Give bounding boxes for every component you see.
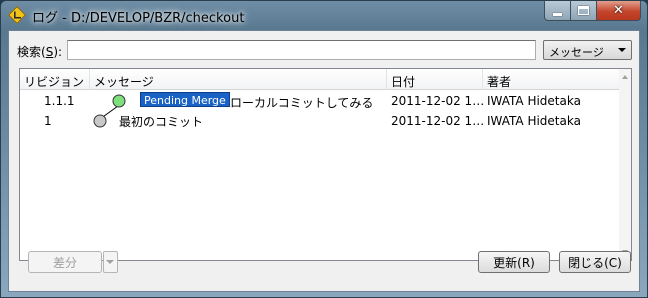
column-header-revision[interactable]: リビジョン bbox=[20, 69, 90, 90]
minimize-button[interactable] bbox=[544, 1, 571, 21]
search-input[interactable] bbox=[67, 40, 536, 60]
column-header-date[interactable]: 日付 bbox=[387, 69, 483, 90]
window-controls: ✕ bbox=[544, 1, 641, 21]
revision-number: 1.1.1 bbox=[44, 94, 75, 108]
window-title: ログ - D:/DEVELOP/BZR/checkout bbox=[32, 11, 245, 26]
commit-author: IWATA Hidetaka bbox=[487, 94, 581, 108]
maximize-button[interactable] bbox=[571, 1, 597, 21]
close-window-button[interactable]: ✕ bbox=[597, 1, 641, 21]
log-window: ログ - D:/DEVELOP/BZR/checkout ✕ 検索(S): メッ… bbox=[0, 0, 648, 298]
scroll-up-icon[interactable] bbox=[622, 75, 628, 79]
table-row[interactable]: 1 最初のコミット 2011-12-02 1… IWATA Hidetaka bbox=[20, 111, 620, 130]
diff-options-button[interactable] bbox=[103, 251, 118, 273]
table-row[interactable]: 1.1.1 Pending Merge ローカルコミットしてみる 2011-12… bbox=[20, 91, 620, 110]
chevron-down-icon bbox=[618, 48, 626, 52]
title-bar[interactable]: ログ - D:/DEVELOP/BZR/checkout ✕ bbox=[1, 1, 647, 29]
maximize-icon bbox=[578, 6, 589, 15]
column-header-author[interactable]: 著者 bbox=[483, 69, 620, 90]
commit-date: 2011-12-02 1… bbox=[391, 94, 485, 108]
close-icon: ✕ bbox=[613, 3, 624, 18]
pending-merge-badge: Pending Merge bbox=[140, 92, 230, 107]
search-label: 検索(S): bbox=[17, 45, 63, 59]
dialog-body: 検索(S): メッセージ リビジョン メッセージ 日付 著者 1.1.1 Pen… bbox=[8, 30, 640, 292]
chevron-down-icon bbox=[106, 260, 114, 264]
commit-date: 2011-12-02 1… bbox=[391, 114, 485, 128]
commit-message: 最初のコミット bbox=[119, 115, 204, 129]
search-field-value: メッセージ bbox=[549, 46, 604, 59]
refresh-button[interactable]: 更新(R) bbox=[478, 251, 550, 273]
revision-number: 1 bbox=[44, 114, 52, 128]
commit-message: ローカルコミットしてみる bbox=[230, 96, 374, 110]
bazaar-diamond-icon bbox=[8, 6, 26, 24]
column-header-message[interactable]: メッセージ bbox=[90, 69, 387, 90]
revision-list[interactable]: リビジョン メッセージ 日付 著者 1.1.1 Pending Merge ロー… bbox=[19, 68, 632, 261]
minimize-icon bbox=[553, 12, 562, 16]
list-header: リビジョン メッセージ 日付 著者 bbox=[20, 69, 620, 90]
diff-button[interactable]: 差分 bbox=[28, 251, 102, 273]
close-button[interactable]: 閉じる(C) bbox=[559, 251, 631, 273]
vertical-scrollbar[interactable] bbox=[619, 69, 631, 260]
search-field-select[interactable]: メッセージ bbox=[543, 40, 632, 60]
commit-author: IWATA Hidetaka bbox=[487, 114, 581, 128]
